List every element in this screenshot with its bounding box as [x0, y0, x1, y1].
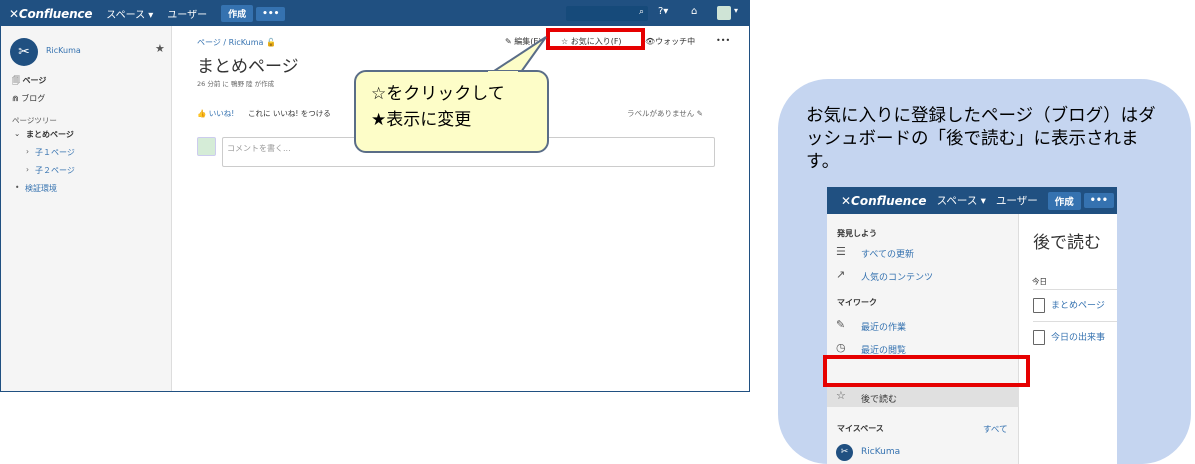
mywork-heading: マイワーク [837, 298, 877, 307]
people-link[interactable]: ユーザー [996, 193, 1038, 208]
create-more-button[interactable]: ••• [1083, 193, 1114, 208]
confluence-logo[interactable]: ✕Confluence [841, 194, 927, 208]
read-later-title: 後で読む [1033, 233, 1101, 253]
read-later-link[interactable]: 後で読む [861, 392, 897, 405]
callout-line1: ☆をクリックして [371, 84, 505, 104]
callout-pointer [485, 36, 547, 81]
clock-icon: ◷ [836, 341, 846, 354]
callout-line2: ★表示に変更 [371, 110, 472, 130]
instruction-callout: ☆をクリックして ★表示に変更 [354, 70, 549, 153]
read-later-content: 後で読む 今日 まとめページ 今日の出来事 [1020, 214, 1117, 464]
callout-pointer-join [488, 71, 518, 77]
trend-icon: ↗ [836, 268, 846, 281]
star-icon: ☆ [836, 389, 846, 402]
list-item-label: まとめページ [1051, 301, 1105, 311]
list-icon: ☰ [836, 245, 846, 258]
all-spaces-link[interactable]: すべて [983, 423, 1008, 435]
blog-post-icon [1033, 330, 1045, 345]
document-icon [1033, 298, 1045, 313]
create-button[interactable]: 作成 [1047, 191, 1081, 210]
list-item[interactable]: まとめページ [1033, 289, 1117, 320]
explanation-text: お気に入りに登録したページ（ブログ）はダッシュボードの「後で読む」に表示されます… [806, 106, 1156, 172]
space-avatar-icon[interactable]: ✂ [836, 444, 853, 461]
list-item-label: 今日の出来事 [1051, 333, 1106, 343]
space-link-rickuma[interactable]: RicKuma [861, 447, 900, 457]
recent-work-link[interactable]: 最近の作業 [861, 320, 906, 333]
my-spaces-heading: マイスペース [837, 424, 884, 433]
list-item[interactable]: 今日の出来事 [1033, 321, 1117, 352]
popular-link[interactable]: 人気のコンテンツ [861, 270, 933, 283]
read-later-row[interactable] [827, 384, 1019, 407]
dashboard-screenshot: ✕Confluence スペース ▾ ユーザー 作成 ••• 発見しよう ☰ す… [827, 187, 1117, 464]
top-navigation-bar: ✕Confluence スペース ▾ ユーザー 作成 ••• [827, 187, 1117, 214]
edit-icon: ✎ [836, 318, 846, 331]
dashboard-sidebar: 発見しよう ☰ すべての更新 ↗ 人気のコンテンツ マイワーク ✎ 最近の作業 … [827, 214, 1019, 464]
all-updates-link[interactable]: すべての更新 [861, 247, 914, 260]
read-later-highlight-box [823, 355, 1030, 387]
discover-heading: 発見しよう [837, 229, 877, 238]
spaces-menu[interactable]: スペース ▾ [937, 193, 986, 208]
confluence-page-screenshot: ✕Confluence スペース ▾ ユーザー 作成 ••• ⌕ ?▾ ⌂ ▾ … [0, 0, 750, 392]
today-heading: 今日 [1032, 277, 1047, 286]
